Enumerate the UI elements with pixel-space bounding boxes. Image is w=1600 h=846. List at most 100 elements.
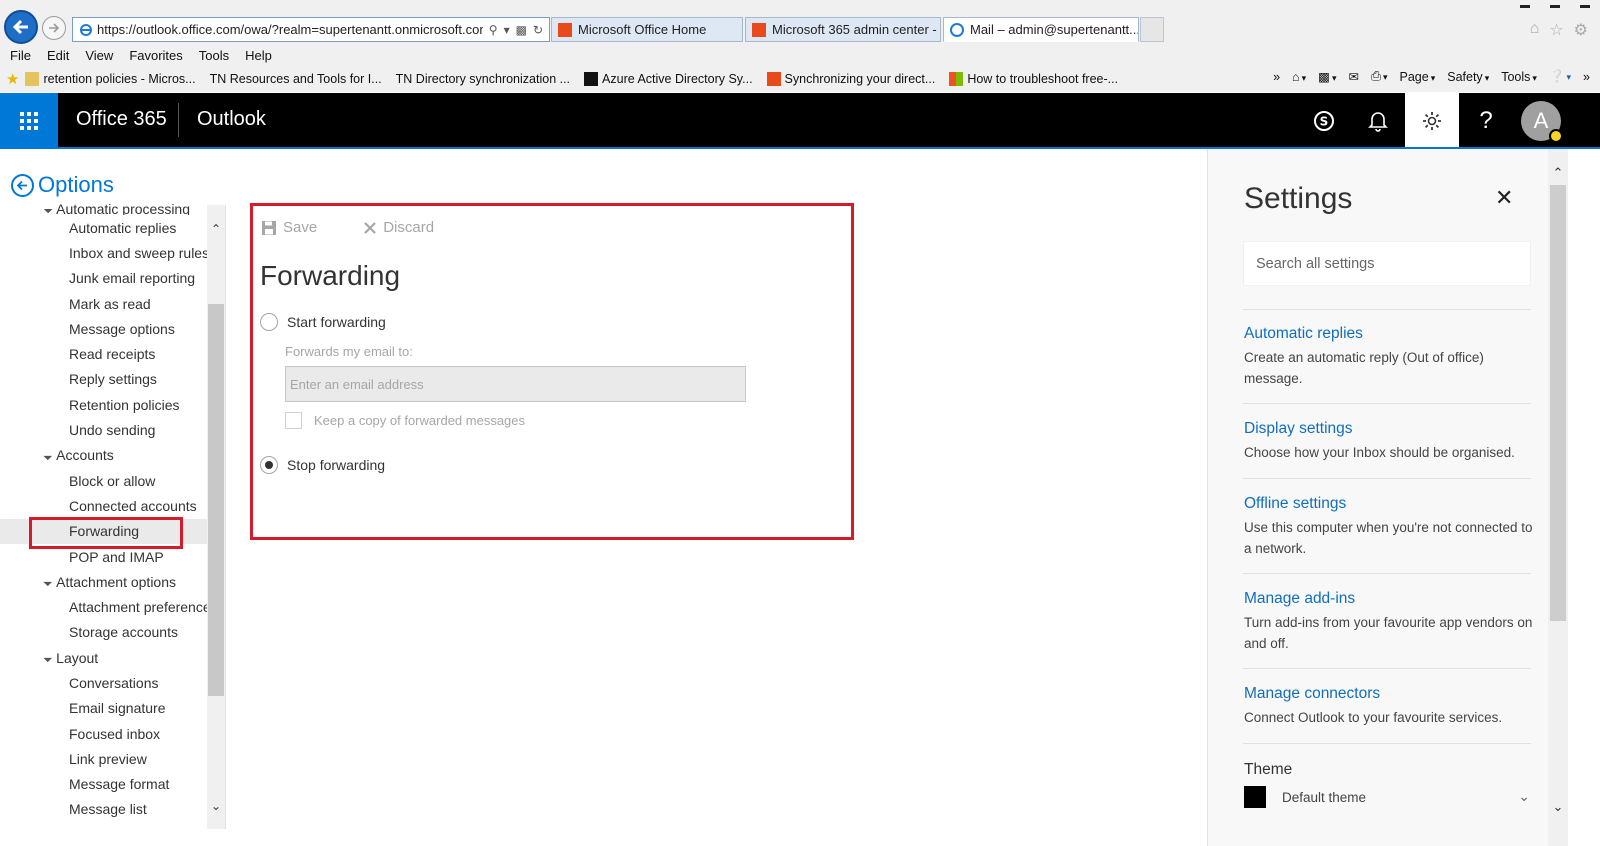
refresh-icon[interactable]: ↻ (533, 23, 543, 37)
keep-copy-checkbox[interactable] (285, 412, 302, 429)
automatic-replies-link[interactable]: Automatic replies (1244, 325, 1534, 343)
discard-button[interactable]: Discard (363, 219, 434, 236)
nav-item-automatic-replies[interactable]: Automatic replies (0, 215, 207, 240)
brand-name[interactable]: Office 365 (76, 108, 167, 131)
nav-section-layout[interactable]: ◢ Layout (0, 645, 207, 670)
menu-help[interactable]: Help (245, 48, 272, 63)
menu-view[interactable]: View (85, 48, 113, 63)
tools-menu[interactable]: Tools ▾ (1501, 70, 1537, 84)
nav-item-junk-email-reporting[interactable]: Junk email reporting (0, 266, 207, 291)
favorite-link[interactable]: Synchronizing your direct... (766, 72, 935, 86)
scroll-down-icon[interactable]: ⌄ (207, 797, 225, 815)
search-icon[interactable]: ⚲ (489, 23, 498, 37)
settings-item-offline-settings: Offline settings Use this computer when … (1244, 495, 1534, 559)
nav-item-message-format[interactable]: Message format (0, 772, 207, 797)
notifications-button[interactable] (1351, 93, 1405, 148)
nav-item-email-signature[interactable]: Email signature (0, 696, 207, 721)
offline-settings-link[interactable]: Offline settings (1244, 495, 1534, 513)
keep-copy-option[interactable]: Keep a copy of forwarded messages (285, 412, 525, 429)
options-back-link[interactable]: Options (11, 172, 114, 198)
scroll-up-icon[interactable]: ⌃ (207, 220, 225, 238)
restore-icon[interactable]: ▬ (1550, 0, 1560, 11)
forward-button[interactable] (42, 16, 66, 40)
nav-item-read-receipts[interactable]: Read receipts (0, 341, 207, 366)
help-icon[interactable]: ❔ ▾ (1549, 69, 1571, 84)
more-chevron-icon[interactable]: » (1273, 70, 1280, 84)
start-forwarding-radio[interactable] (260, 313, 278, 331)
nav-item-block-or-allow[interactable]: Block or allow (0, 468, 207, 493)
nav-section-accounts[interactable]: ◢ Accounts (0, 443, 207, 468)
stop-forwarding-option[interactable]: Stop forwarding (260, 456, 385, 474)
menu-edit[interactable]: Edit (47, 48, 69, 63)
start-forwarding-option[interactable]: Start forwarding (260, 313, 386, 331)
nav-item-attachment-preferences[interactable]: Attachment preferences (0, 594, 207, 619)
favorite-link[interactable]: retention policies - Micros... (25, 72, 196, 86)
folder-icon (25, 72, 40, 86)
dropdown-icon[interactable]: ▾ (504, 23, 510, 37)
favorite-link[interactable]: TN Resources and Tools for I... (210, 72, 382, 86)
nav-item-undo-sending[interactable]: Undo sending (0, 417, 207, 442)
nav-item-reply-settings[interactable]: Reply settings (0, 367, 207, 392)
tab-office-home[interactable]: Microsoft Office Home (551, 17, 743, 42)
help-button[interactable]: ? (1459, 93, 1513, 148)
close-icon[interactable]: ✕ (1495, 185, 1513, 211)
print-icon[interactable]: ⎙ ▾ (1371, 69, 1388, 84)
menu-file[interactable]: File (10, 48, 31, 63)
address-bar[interactable]: https://outlook.office.com/owa/?realm=su… (72, 17, 550, 42)
settings-gear-icon[interactable]: ⚙ (1574, 20, 1588, 40)
display-settings-link[interactable]: Display settings (1244, 420, 1534, 438)
lock-icon[interactable]: ▩ (516, 23, 527, 37)
new-tab-button[interactable] (1140, 17, 1164, 42)
feeds-icon[interactable]: ▩ ▾ (1318, 69, 1336, 84)
more-chevron-icon[interactable]: » (1583, 70, 1590, 84)
page-menu[interactable]: Page ▾ (1400, 70, 1436, 84)
app-name[interactable]: Outlook (197, 108, 266, 131)
nav-item-inbox-sweep-rules[interactable]: Inbox and sweep rules (0, 240, 207, 265)
nav-item-storage-accounts[interactable]: Storage accounts (0, 620, 207, 645)
app-launcher-icon[interactable] (0, 93, 58, 148)
stop-forwarding-radio[interactable] (260, 456, 278, 474)
menu-tools[interactable]: Tools (199, 48, 229, 63)
tab-admin-center[interactable]: Microsoft 365 admin center - ... (745, 17, 941, 42)
mail-icon[interactable]: ✉ (1348, 69, 1358, 84)
page-scrollbar-thumb[interactable] (1550, 185, 1566, 621)
nav-item-message-list[interactable]: Message list (0, 797, 207, 822)
tab-mail[interactable]: Mail – admin@supertenantt... ✕ (943, 17, 1139, 42)
settings-divider (1243, 309, 1531, 310)
home-icon[interactable]: ⌂ ▾ (1292, 70, 1306, 84)
favorite-link[interactable]: Azure Active Directory Sy... (584, 72, 753, 86)
manage-add-ins-link[interactable]: Manage add-ins (1244, 590, 1534, 608)
scroll-up-icon[interactable]: ⌃ (1548, 163, 1568, 183)
menu-favorites[interactable]: Favorites (129, 48, 182, 63)
nav-item-link-preview[interactable]: Link preview (0, 746, 207, 771)
manage-connectors-link[interactable]: Manage connectors (1244, 685, 1534, 703)
nav-item-retention-policies[interactable]: Retention policies (0, 392, 207, 417)
close-window-icon[interactable]: ▬ (1580, 0, 1590, 11)
theme-dropdown[interactable]: Default theme ⌄ (1244, 786, 1534, 808)
url-text[interactable]: https://outlook.office.com/owa/?realm=su… (93, 22, 483, 37)
home-icon[interactable]: ⌂ (1530, 20, 1540, 40)
settings-search-input[interactable] (1243, 241, 1531, 286)
favorites-star-icon[interactable]: ★ (6, 70, 19, 88)
nav-section-attachment-options[interactable]: ◢ Attachment options (0, 569, 207, 594)
skype-button[interactable]: S (1297, 93, 1351, 148)
back-button[interactable] (4, 10, 38, 44)
scroll-down-icon[interactable]: ⌄ (1548, 797, 1568, 817)
favorite-link[interactable]: How to troubleshoot free-... (949, 72, 1118, 86)
nav-item-focused-inbox[interactable]: Focused inbox (0, 721, 207, 746)
favorite-label: Azure Active Directory Sy... (602, 72, 753, 86)
account-button[interactable]: A (1514, 93, 1568, 148)
nav-item-conversations[interactable]: Conversations (0, 670, 207, 695)
forward-email-input[interactable] (285, 366, 746, 402)
favorite-link[interactable]: TN Directory synchronization ... (396, 72, 570, 86)
nav-item-mark-as-read[interactable]: Mark as read (0, 291, 207, 316)
nav-section-automatic-processing[interactable]: ◢ Automatic processing (0, 203, 207, 215)
minimize-icon[interactable]: ▬ (1520, 0, 1530, 11)
nav-scrollbar-thumb[interactable] (208, 304, 224, 696)
safety-menu[interactable]: Safety ▾ (1447, 70, 1489, 84)
save-button[interactable]: Save (261, 219, 317, 236)
favorites-star-icon[interactable]: ☆ (1549, 20, 1563, 40)
nav-item-connected-accounts[interactable]: Connected accounts (0, 493, 207, 518)
nav-item-message-options[interactable]: Message options (0, 316, 207, 341)
settings-button[interactable] (1405, 93, 1459, 148)
